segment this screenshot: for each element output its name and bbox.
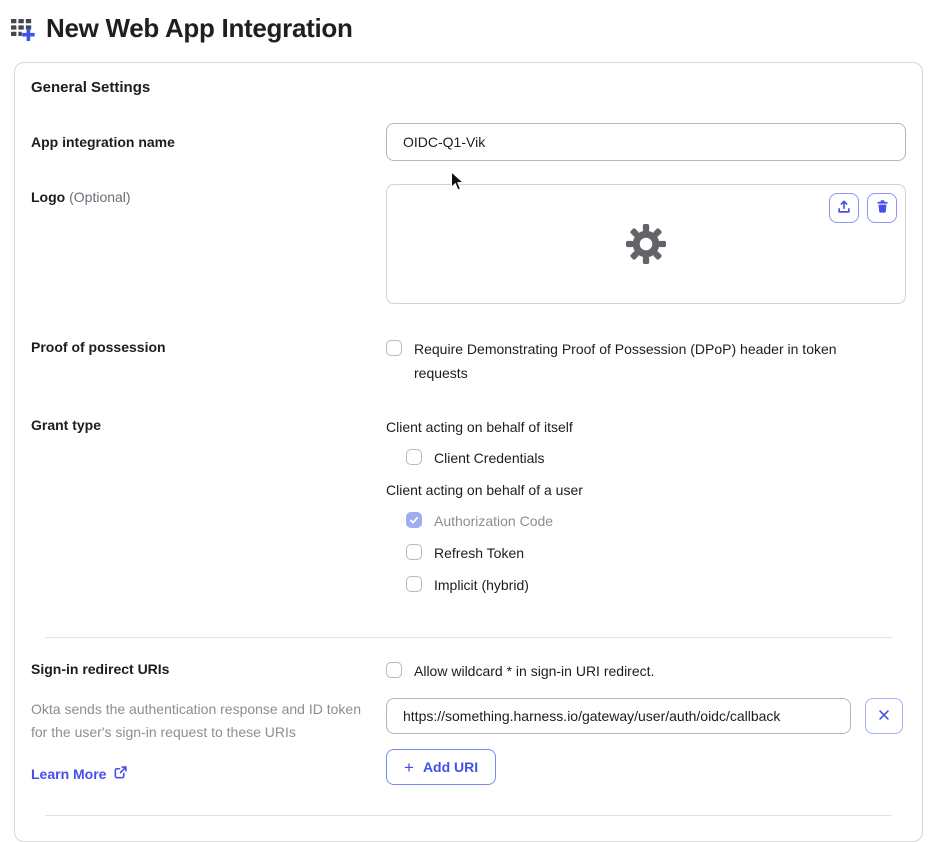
implicit-hybrid-checkbox[interactable] — [406, 576, 422, 592]
upload-icon — [835, 198, 853, 219]
logo-label-text: Logo — [31, 189, 66, 205]
remove-uri-button[interactable] — [865, 698, 903, 734]
redirect-uri-input[interactable] — [386, 698, 851, 734]
external-link-icon — [113, 765, 128, 783]
logo-label: Logo (Optional) — [31, 184, 386, 205]
grant-option-refresh-token: Refresh Token — [406, 543, 906, 563]
authorization-code-checkbox[interactable] — [406, 512, 422, 528]
app-grid-plus-icon — [10, 15, 37, 42]
logo-actions — [829, 193, 897, 223]
dpop-row: Proof of possession Require Demonstratin… — [31, 339, 906, 385]
dpop-checkbox-label: Require Demonstrating Proof of Possessio… — [414, 341, 837, 381]
page-header: New Web App Integration — [0, 0, 937, 44]
refresh-token-checkbox[interactable] — [406, 544, 422, 560]
learn-more-label: Learn More — [31, 766, 107, 782]
app-name-label: App integration name — [31, 134, 175, 150]
wildcard-checkbox[interactable] — [386, 662, 402, 678]
implicit-hybrid-label: Implicit (hybrid) — [434, 577, 529, 593]
grant-option-authorization-code: Authorization Code — [406, 511, 906, 531]
page-title: New Web App Integration — [46, 13, 353, 43]
client-credentials-label: Client Credentials — [434, 450, 545, 466]
section-heading: General Settings — [31, 79, 151, 96]
authorization-code-label: Authorization Code — [434, 513, 554, 529]
section-divider — [45, 637, 892, 638]
grant-group-user-title: Client acting on behalf of a user — [386, 482, 583, 498]
checkmark-icon — [409, 516, 419, 524]
grant-type-label: Grant type — [31, 417, 102, 433]
upload-logo-button[interactable] — [829, 193, 859, 223]
dpop-checkbox[interactable] — [386, 340, 402, 356]
x-close-icon — [877, 708, 891, 725]
grant-option-client-credentials: Client Credentials — [406, 448, 906, 468]
app-name-row: App integration name — [31, 123, 906, 161]
refresh-token-label: Refresh Token — [434, 545, 525, 561]
logo-row: Logo (Optional) — [31, 184, 906, 304]
client-credentials-checkbox[interactable] — [406, 449, 422, 465]
trash-icon — [874, 198, 891, 218]
redirect-uris-row: Sign-in redirect URIs Okta sends the aut… — [31, 661, 906, 785]
uri-row — [386, 698, 906, 734]
app-name-input[interactable] — [386, 123, 906, 161]
wildcard-checkbox-label: Allow wildcard * in sign-in URI redirect… — [414, 663, 655, 679]
grant-group-self-title: Client acting on behalf of itself — [386, 419, 573, 435]
general-settings-card: General Settings App integration name Lo… — [14, 62, 923, 842]
plus-icon: + — [404, 757, 414, 777]
add-uri-button[interactable]: + Add URI — [386, 749, 497, 785]
logo-dropzone[interactable] — [386, 184, 906, 304]
gear-icon — [625, 223, 667, 265]
redirect-uris-label: Sign-in redirect URIs — [31, 661, 170, 677]
redirect-uris-description: Okta sends the authentication response a… — [31, 701, 361, 740]
bottom-divider — [45, 815, 892, 816]
learn-more-link[interactable]: Learn More — [31, 765, 128, 783]
delete-logo-button[interactable] — [867, 193, 897, 223]
grant-type-row: Grant type Client acting on behalf of it… — [31, 417, 906, 607]
logo-optional-hint: (Optional) — [69, 189, 131, 205]
dpop-label: Proof of possession — [31, 339, 166, 355]
grant-option-implicit: Implicit (hybrid) — [406, 575, 906, 595]
add-uri-label: Add URI — [422, 759, 479, 775]
